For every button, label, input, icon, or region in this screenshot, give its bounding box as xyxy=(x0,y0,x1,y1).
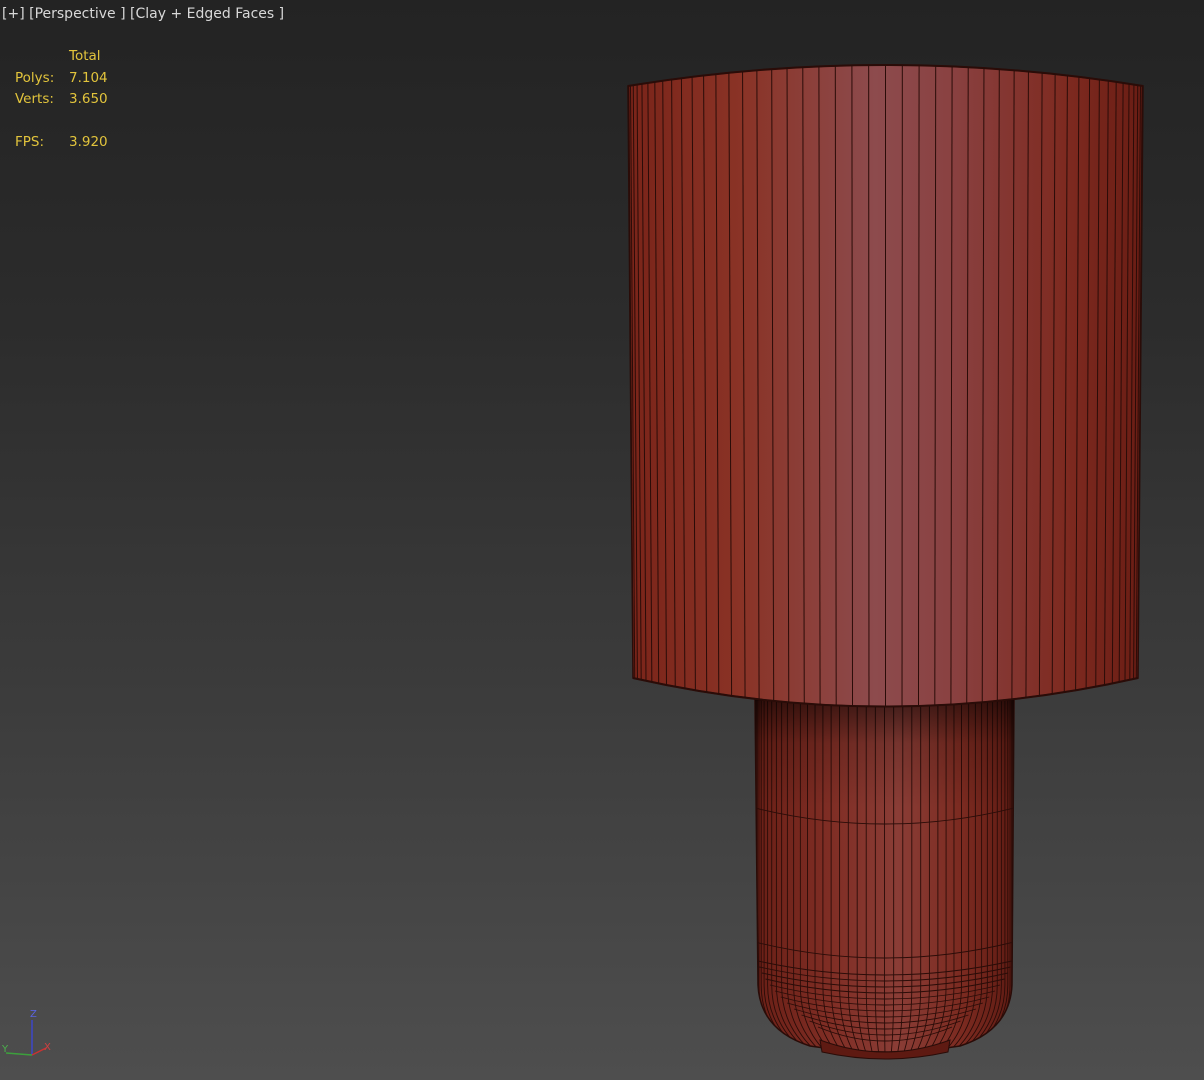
x-axis-label: X xyxy=(44,1042,51,1053)
shade-edge xyxy=(851,65,854,707)
shade-edge xyxy=(917,65,920,707)
viewport-perspective[interactable]: [+] [Perspective ] [Clay + Edged Faces ]… xyxy=(0,0,1204,1080)
y-axis-line xyxy=(5,1052,33,1056)
axis-gizmo: Z X Y xyxy=(1,1009,51,1056)
lamp-shade[interactable] xyxy=(627,40,1144,740)
lamp-model[interactable] xyxy=(0,0,1204,1080)
lamp-base[interactable] xyxy=(750,699,1020,1060)
y-axis-label: Y xyxy=(1,1044,9,1055)
z-axis-label: Z xyxy=(30,1009,37,1020)
